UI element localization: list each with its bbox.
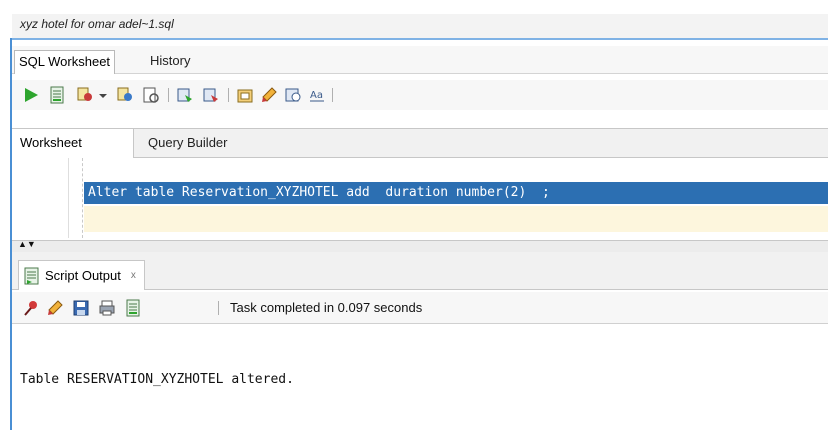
clear-output-icon[interactable] [46,299,64,317]
output-tabbar: Script Output x [12,252,828,290]
current-line-highlight[interactable] [84,206,828,232]
script-output-icon [24,267,39,284]
tab-query-builder[interactable]: Query Builder [148,129,227,159]
splitter-arrows-icon[interactable]: ▲▼ [18,239,36,249]
tab-sql-worksheet[interactable]: SQL Worksheet [14,50,116,74]
run-statement-icon[interactable] [22,86,40,104]
document-tab[interactable]: xyz hotel for omar adel~1.sql [12,14,828,40]
run-script-icon[interactable] [48,86,66,104]
script-output-area[interactable]: Table RESERVATION_XYZHOTEL altered. [12,326,828,430]
run-script-icon[interactable] [124,299,142,317]
worksheet-subtabs: SQL Worksheet History [12,46,828,74]
worksheet-toolbar: Aa [12,80,828,110]
task-status-text: Task completed in 0.097 seconds [230,300,423,315]
indent-guide [82,158,83,238]
script-output-label: Script Output [45,268,121,283]
output-message: Table RESERVATION_XYZHOTEL altered. [20,372,294,387]
commit-icon[interactable] [76,86,94,104]
dropdown-arrow-icon[interactable] [98,86,108,104]
gutter-divider [68,158,69,238]
explain-plan-icon[interactable] [176,86,194,104]
unshared-sql-icon[interactable] [142,86,160,104]
clear-icon[interactable] [260,86,278,104]
line-gutter [12,158,68,238]
save-icon[interactable] [72,299,90,317]
print-icon[interactable] [98,299,116,317]
selected-code-line[interactable]: Alter table Reservation_XYZHOTEL add dur… [84,182,828,204]
pin-icon[interactable] [22,299,40,317]
document-tab-label: xyz hotel for omar adel~1.sql [20,17,174,31]
left-margin [0,0,10,430]
autotrace-icon[interactable] [202,86,220,104]
close-tab-icon[interactable]: x [131,270,136,281]
editor-mode-tabs: Worksheet Query Builder [12,128,828,159]
tab-history[interactable]: History [146,50,194,74]
sql-developer-window: xyz hotel for omar adel~1.sql SQL Worksh… [0,0,828,430]
toolbar-separator [168,88,169,102]
rollback-icon[interactable] [116,86,134,104]
toolbar-separator [218,301,219,315]
tab-worksheet[interactable]: Worksheet [12,129,134,159]
sql-history-icon[interactable] [284,86,302,104]
output-toolbar: Task completed in 0.097 seconds [12,292,828,324]
toolbar-separator [332,88,333,102]
toolbar-separator [228,88,229,102]
sql-editor[interactable]: Alter table Reservation_XYZHOTEL add dur… [12,158,828,238]
format-case-icon[interactable]: Aa [308,86,326,104]
tab-script-output[interactable]: Script Output x [18,260,145,290]
svg-text:Aa: Aa [310,90,323,101]
sql-tuning-icon[interactable] [236,86,254,104]
panel-splitter[interactable]: ▲▼ [12,239,828,252]
